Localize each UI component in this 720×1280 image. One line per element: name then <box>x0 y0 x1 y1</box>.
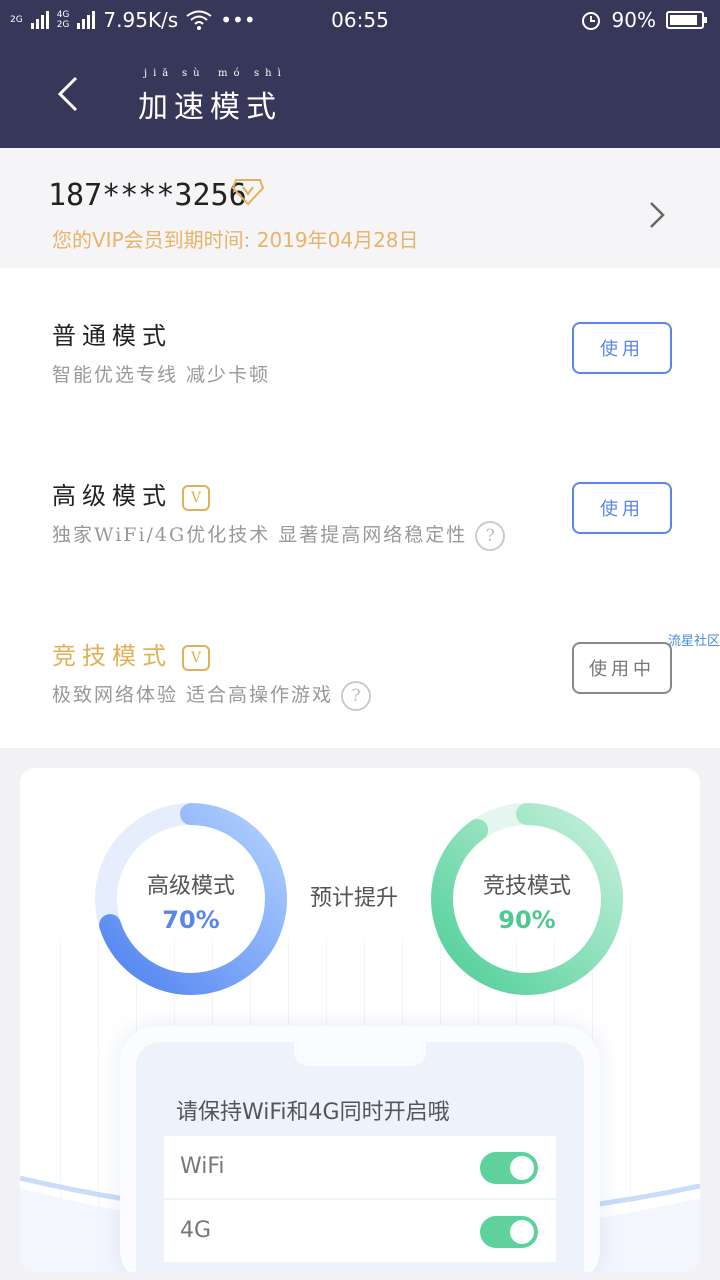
in-use-competitive-button[interactable]: 使用中 <box>572 642 672 694</box>
ring-label: 竞技模式 <box>482 874 571 899</box>
mode-name-text: 竞技模式 <box>52 642 172 670</box>
ring-value: 90% <box>498 906 556 934</box>
toggle-knob <box>510 1220 534 1244</box>
battery-icon <box>666 11 707 29</box>
tip-message: 请保持WiFi和4G同时开启哦 <box>176 1100 450 1125</box>
battery-fill <box>670 15 697 25</box>
mode-advanced: 高级模式 V 独家WiFi/4G优化技术 显著提高网络稳定性? 使用 <box>0 458 720 578</box>
use-advanced-button[interactable]: 使用 <box>572 482 672 534</box>
ring-label: 高级模式 <box>146 874 235 899</box>
account-row[interactable]: 187****3256 您的VIP会员到期时间: 2019年04月28日 <box>0 148 720 268</box>
mode-desc: 独家WiFi/4G优化技术 显著提高网络稳定性? <box>52 520 506 551</box>
page-title-text: 加速模式 <box>138 90 282 125</box>
toggle-knob <box>510 1156 534 1180</box>
phone-screen: 请保持WiFi和4G同时开启哦 WiFi 4G <box>136 1042 584 1272</box>
mode-desc-text: 极致网络体验 适合高操作游戏 <box>52 684 334 706</box>
pinyin: jiā <box>144 68 175 79</box>
battery-percent: 90% <box>611 8 656 32</box>
ring-value: 70% <box>162 906 220 934</box>
alarm-icon <box>581 12 600 30</box>
wifi-label: WiFi <box>180 1154 225 1179</box>
status-bar: 2G 4G 2G 7.95K/s ••• 06:55 90% <box>0 0 720 40</box>
4g-toggle <box>480 1216 538 1248</box>
wifi-toggle <box>480 1152 538 1184</box>
vip-badge: V <box>182 644 210 671</box>
vip-badge: V <box>182 484 210 511</box>
chevron-right-icon[interactable] <box>648 200 666 230</box>
help-icon[interactable]: ? <box>341 681 372 711</box>
status-right: 90% <box>580 8 707 32</box>
phone-notch <box>294 1042 426 1066</box>
mode-desc: 智能优选专线 减少卡顿 <box>52 364 271 386</box>
nav-bar: 加速模式 jiā sù mó shì <box>0 40 720 148</box>
use-normal-button[interactable]: 使用 <box>572 322 672 374</box>
mode-name-text: 普通模式 <box>52 322 172 350</box>
mode-competitive: 竞技模式 V 极致网络体验 适合高操作游戏? 使用中 <box>0 618 720 738</box>
mode-name: 普通模式 <box>52 316 172 351</box>
wifi-row: WiFi <box>164 1136 556 1198</box>
mode-normal: 普通模式 智能优选专线 减少卡顿 使用 <box>0 298 720 418</box>
phone-number: 187****3256 <box>48 178 247 213</box>
mode-desc-text: 独家WiFi/4G优化技术 显著提高网络稳定性 <box>52 524 468 546</box>
4g-label: 4G <box>180 1218 212 1243</box>
mode-name: 竞技模式 V <box>52 636 210 671</box>
mode-name-text: 高级模式 <box>52 482 172 510</box>
mode-list: 普通模式 智能优选专线 减少卡顿 使用 高级模式 V 独家WiFi/4G优化技术 … <box>0 268 720 748</box>
pinyin: sù <box>182 68 206 79</box>
mode-name: 高级模式 V <box>52 476 210 511</box>
help-icon[interactable]: ? <box>475 521 506 551</box>
boost-card: 高级模式 70% 预计提升 竞技模式 90% 请保持WiFi和4G同时开启哦 W… <box>20 768 700 1272</box>
expect-label: 预计提升 <box>310 886 399 911</box>
back-arrow-icon[interactable] <box>54 74 84 114</box>
mode-desc: 极致网络体验 适合高操作游戏? <box>52 680 372 711</box>
vip-expiry: 您的VIP会员到期时间: 2019年04月28日 <box>52 228 419 252</box>
4g-row: 4G <box>164 1200 556 1262</box>
pinyin: shì <box>254 68 287 79</box>
page-title: 加速模式 jiā sù mó shì <box>138 68 282 126</box>
watermark: 流星社区 <box>667 634 720 649</box>
competitive-ring: 竞技模式 90% <box>430 802 624 996</box>
vip-diamond-icon <box>232 179 264 206</box>
phone-illustration: 请保持WiFi和4G同时开启哦 WiFi 4G <box>120 1026 600 1272</box>
advanced-ring: 高级模式 70% <box>94 802 288 996</box>
pinyin: mó <box>218 68 246 79</box>
